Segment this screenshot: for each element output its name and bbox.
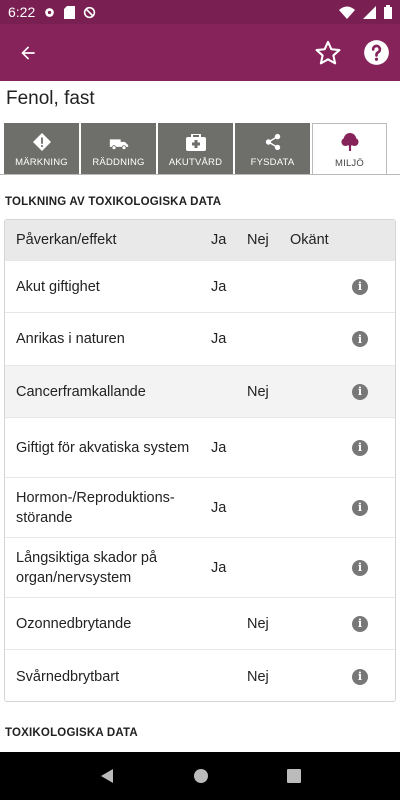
table-row: Ozonnedbrytande Nej i <box>5 597 395 649</box>
page-title: Fenol, fast <box>6 88 95 109</box>
header-no: Nej <box>247 232 269 248</box>
table-row: Långsiktiga skador på organ/nervsystem J… <box>5 537 395 597</box>
row-no: Nej <box>247 668 269 685</box>
status-bar: 6:22 <box>0 0 400 24</box>
row-yes: Ja <box>211 499 227 516</box>
nav-back-icon[interactable] <box>99 768 115 784</box>
back-button[interactable] <box>0 24 56 81</box>
table-row: Giftigt för akvatiska system Ja i <box>5 417 395 477</box>
row-yes: Ja <box>211 559 227 576</box>
tab-divider <box>0 174 400 175</box>
info-icon[interactable]: i <box>352 278 368 295</box>
arrow-back-icon <box>21 45 35 60</box>
truck-icon <box>109 139 128 151</box>
star-icon <box>315 40 341 64</box>
tree-icon <box>340 133 359 151</box>
row-no: Nej <box>247 615 269 632</box>
wifi-icon <box>339 6 355 19</box>
tab-raddning[interactable]: RÄDDNING <box>81 123 156 174</box>
share-icon <box>265 133 280 151</box>
tab-label: AKUTVÅRD <box>168 157 223 168</box>
header-yes: Ja <box>211 232 227 248</box>
nav-home-icon[interactable] <box>193 768 209 784</box>
table-header: Påverkan/effekt Ja Nej Okänt <box>5 220 395 260</box>
warning-icon <box>32 133 51 151</box>
row-effect: Cancerframkallande <box>16 383 146 400</box>
row-effect: Anrikas i naturen <box>16 331 125 347</box>
info-icon[interactable]: i <box>352 331 368 347</box>
tab-markning[interactable]: MÄRKNING <box>4 123 79 174</box>
section-heading-tolkning: TOLKNING AV TOXIKOLOGISKA DATA <box>5 196 222 208</box>
help-icon <box>363 40 389 65</box>
row-effect: Giftigt för akvatiska system <box>16 439 190 456</box>
row-yes: Ja <box>211 278 227 295</box>
tab-bar: MÄRKNING RÄDDNING AKUTVÅRD FYSDATA MILJÖ <box>4 123 400 175</box>
row-effect: Svårnedbrytbart <box>16 668 120 685</box>
header-effect: Påverkan/effekt <box>16 232 117 248</box>
row-yes: Ja <box>211 331 227 347</box>
tab-akutvard[interactable]: AKUTVÅRD <box>158 123 233 174</box>
tab-label: FYSDATA <box>250 157 295 168</box>
settings-icon <box>45 7 55 17</box>
table-row: Akut giftighet Ja i <box>5 260 395 312</box>
header-unknown: Okänt <box>290 232 329 248</box>
status-time: 6:22 <box>8 4 36 20</box>
table-row: Anrikas i naturen Ja i <box>5 312 395 365</box>
favorite-button[interactable] <box>304 24 352 81</box>
help-button[interactable] <box>352 24 400 81</box>
toxicology-table: Påverkan/effekt Ja Nej Okänt Akut giftig… <box>4 219 396 702</box>
table-row: Cancerframkallande Nej i <box>5 365 395 417</box>
app-bar <box>0 24 400 81</box>
info-icon[interactable]: i <box>352 499 368 516</box>
system-nav-bar <box>0 752 400 800</box>
section-heading-toxdata: TOXIKOLOGISKA DATA <box>5 727 138 739</box>
row-effect: Långsiktiga skador på organ/nervsystem <box>16 549 158 586</box>
battery-icon <box>384 5 392 19</box>
table-row: Hormon-/Reproduktions-störande Ja i <box>5 477 395 537</box>
signal-icon <box>363 5 376 19</box>
info-icon[interactable]: i <box>352 559 368 576</box>
row-effect: Akut giftighet <box>16 278 100 295</box>
info-icon[interactable]: i <box>352 439 368 456</box>
row-effect: Ozonnedbrytande <box>16 615 132 632</box>
table-row: Svårnedbrytbart Nej i <box>5 649 395 701</box>
tab-label: MÄRKNING <box>15 157 68 168</box>
tab-fysdata[interactable]: FYSDATA <box>235 123 310 174</box>
row-effect: Hormon-/Reproduktions-störande <box>16 489 175 526</box>
blocked-icon <box>84 6 96 18</box>
tab-label: MILJÖ <box>335 158 364 169</box>
info-icon[interactable]: i <box>352 383 368 400</box>
tab-label: RÄDDNING <box>92 157 145 168</box>
first-aid-icon <box>185 134 206 151</box>
nav-recents-icon[interactable] <box>287 769 301 783</box>
sd-card-icon <box>64 5 76 19</box>
info-icon[interactable]: i <box>352 668 368 685</box>
info-icon[interactable]: i <box>352 615 368 632</box>
row-yes: Ja <box>211 439 227 456</box>
row-no: Nej <box>247 383 269 400</box>
tab-miljo[interactable]: MILJÖ <box>312 123 387 175</box>
